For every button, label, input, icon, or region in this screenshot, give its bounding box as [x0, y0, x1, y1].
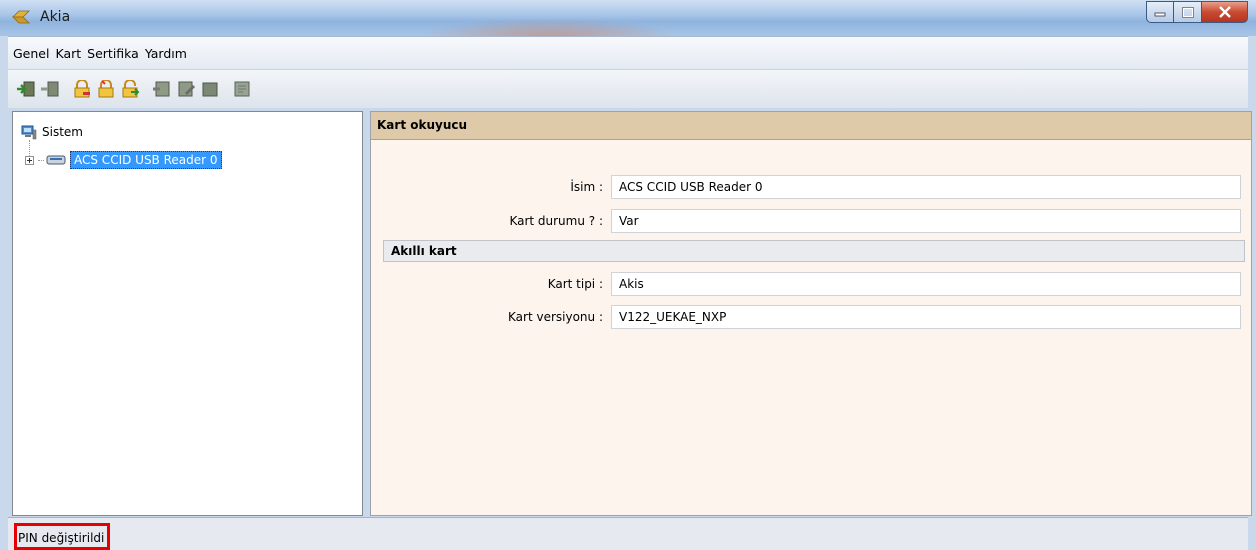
window-title: Akia	[40, 9, 71, 25]
tree-node-sistem[interactable]: Sistem	[21, 124, 83, 140]
certificate-view-button[interactable]	[232, 79, 252, 99]
lock-key-icon	[74, 80, 90, 98]
maximize-button[interactable]	[1174, 1, 1202, 23]
login-icon	[17, 81, 35, 97]
menu-yardim[interactable]: Yardım	[142, 46, 190, 61]
tree-root-label: Sistem	[42, 125, 83, 139]
field-row-kart-tipi: Kart tipi : Akis	[371, 272, 1241, 296]
tree-panel[interactable]: Sistem ACS CCID USB Reader 0	[12, 111, 363, 516]
title-bar[interactable]: Akia	[0, 0, 1256, 58]
field-row-kart-durumu: Kart durumu ? : Var	[371, 209, 1241, 233]
field-value[interactable]: V122_UEKAE_NXP	[611, 305, 1241, 329]
detail-header: Kart okuyucu	[371, 112, 1251, 140]
menu-genel[interactable]: Genel	[10, 46, 52, 61]
certificate-edit-button[interactable]	[176, 79, 196, 99]
status-text: PIN değiştirildi	[14, 523, 111, 550]
menu-sertifika[interactable]: Sertifika	[84, 46, 142, 61]
field-label: Kart durumu ? :	[509, 214, 603, 228]
minimize-button[interactable]	[1146, 1, 1174, 23]
section-header: Akıllı kart	[383, 240, 1245, 262]
field-row-kart-versiyonu: Kart versiyonu : V122_UEKAE_NXP	[371, 305, 1241, 329]
close-icon	[1218, 6, 1231, 18]
certificate-import-button[interactable]	[152, 79, 172, 99]
certificate-edit-icon	[178, 81, 196, 97]
field-label: Kart versiyonu :	[508, 310, 603, 324]
expand-icon[interactable]	[25, 155, 34, 165]
login-button[interactable]	[16, 79, 36, 99]
field-row-isim: İsim : ACS CCID USB Reader 0	[371, 175, 1241, 199]
window-controls	[1146, 1, 1248, 23]
field-label: Kart tipi :	[547, 277, 603, 291]
detail-panel: Kart okuyucu İsim : ACS CCID USB Reader …	[370, 111, 1252, 516]
tree-child-label: ACS CCID USB Reader 0	[70, 151, 222, 169]
toolbar	[8, 70, 1248, 108]
lock-button[interactable]	[96, 79, 116, 99]
certificate-delete-button[interactable]	[200, 79, 220, 99]
menu-bar: Genel Kart Sertifika Yardım	[8, 36, 1248, 70]
field-value[interactable]: ACS CCID USB Reader 0	[611, 175, 1241, 199]
unlock-icon	[122, 80, 140, 98]
maximize-icon	[1181, 6, 1194, 18]
tree-node-reader[interactable]: ACS CCID USB Reader 0	[25, 151, 222, 169]
field-label: İsim :	[570, 180, 603, 194]
certificate-import-icon	[153, 81, 170, 97]
field-value[interactable]: Akis	[611, 272, 1241, 296]
certificate-view-icon	[234, 81, 250, 97]
menu-kart[interactable]: Kart	[52, 46, 84, 61]
status-bar: PIN değiştirildi	[8, 517, 1248, 550]
minimize-icon	[1154, 12, 1166, 17]
lock-key-button[interactable]	[72, 79, 92, 99]
card-reader-icon	[46, 155, 66, 165]
computer-icon	[21, 125, 37, 140]
tree-line	[38, 159, 44, 161]
certificate-delete-icon	[202, 82, 218, 97]
field-value[interactable]: Var	[611, 209, 1241, 233]
lock-icon	[98, 80, 114, 98]
logout-button[interactable]	[40, 79, 60, 99]
close-button[interactable]	[1202, 1, 1248, 23]
unlock-button[interactable]	[120, 79, 140, 99]
logout-icon	[41, 81, 59, 97]
app-icon	[12, 9, 30, 25]
